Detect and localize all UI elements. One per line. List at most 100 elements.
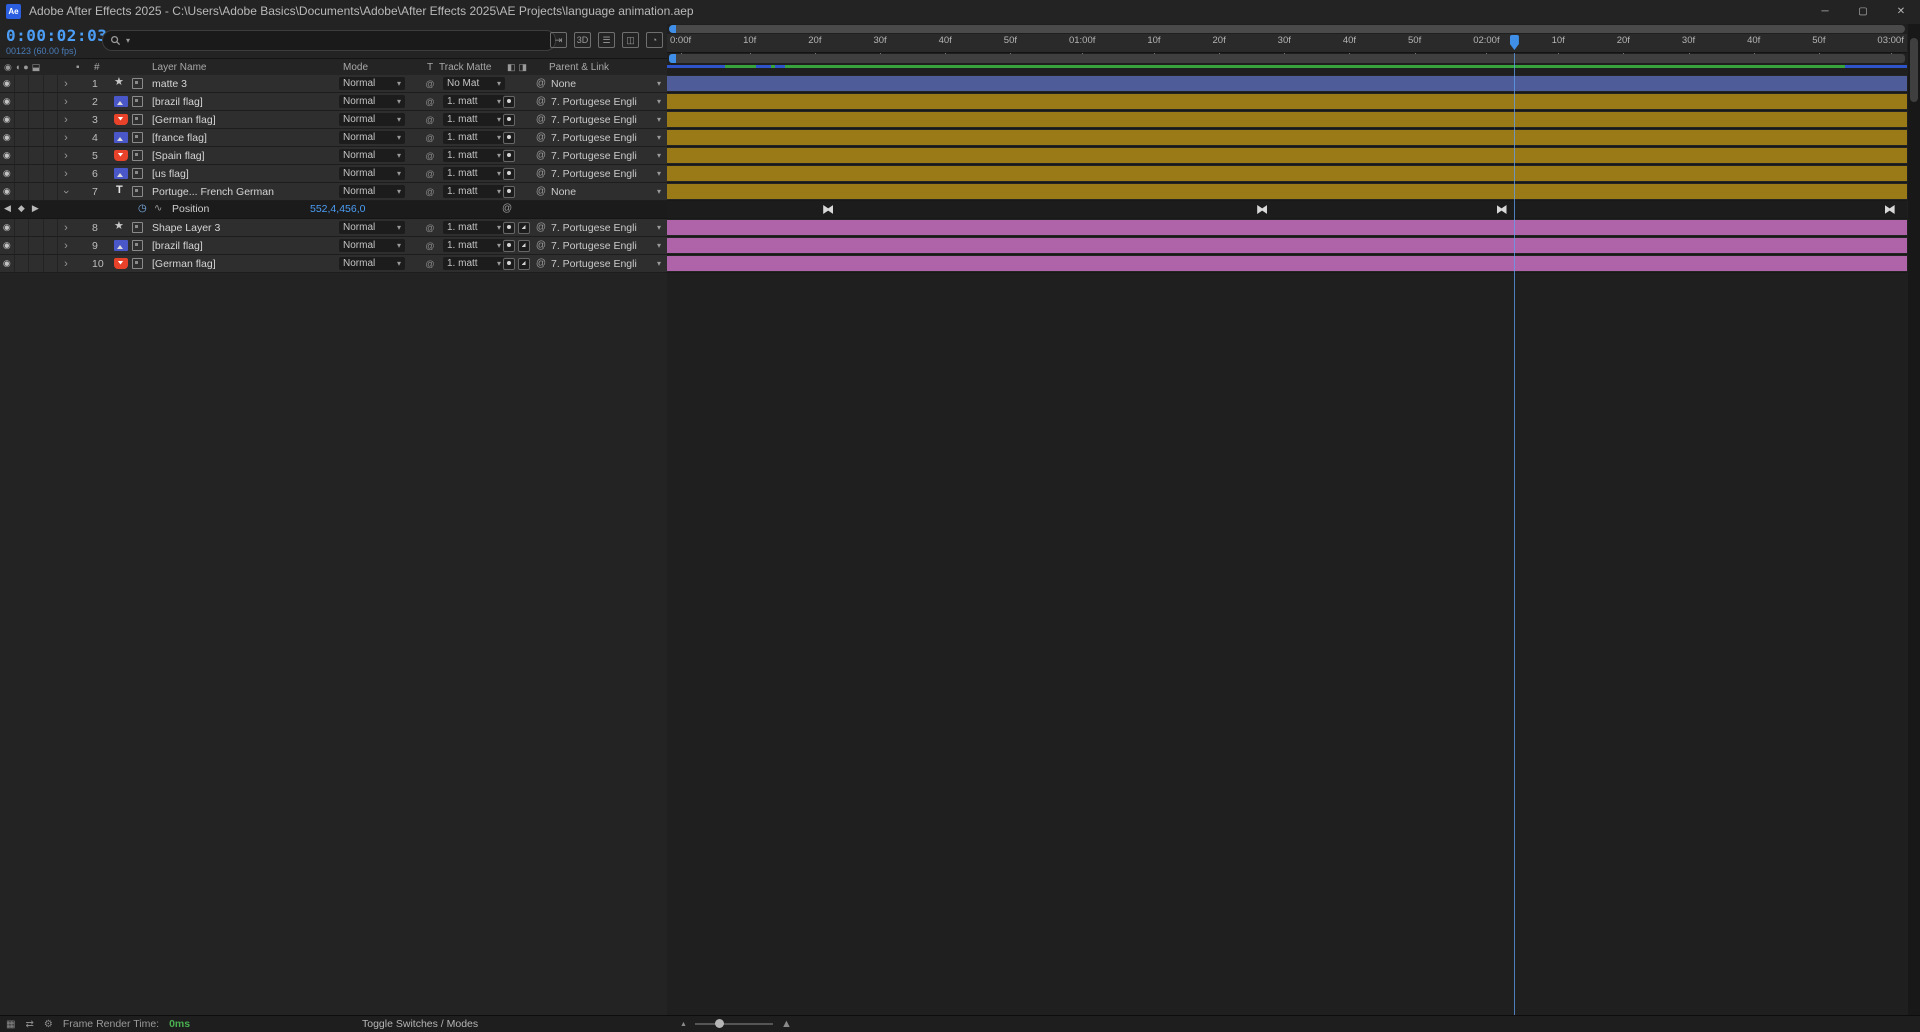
- collapse-transform-icon[interactable]: [132, 222, 143, 233]
- alpha-matte-icon[interactable]: [503, 96, 515, 108]
- parent-link-select[interactable]: 7. Portugese Engli▾: [549, 132, 667, 144]
- layer-duration-bar[interactable]: [667, 76, 1907, 91]
- blend-mode-select[interactable]: Normal▾: [339, 257, 405, 270]
- track-matte-select[interactable]: 1. matt▾: [443, 185, 505, 198]
- layer-name[interactable]: [france flag]: [152, 132, 335, 144]
- pickwhip-icon[interactable]: @: [533, 240, 549, 251]
- settings-gear-icon[interactable]: ⚙: [44, 1019, 53, 1030]
- layer-row[interactable]: ◉ › 1 matte 3 Normal▾ @ No Mat▾ @: [0, 75, 667, 93]
- stopwatch-icon[interactable]: ◷: [138, 203, 147, 214]
- eye-icon[interactable]: ◉: [0, 219, 15, 236]
- track-matte-select[interactable]: 1. matt▾: [443, 167, 505, 180]
- layer-name[interactable]: [brazil flag]: [152, 240, 335, 252]
- eye-icon[interactable]: ◉: [0, 165, 15, 182]
- minimize-button[interactable]: ─: [1806, 0, 1844, 22]
- layer-duration-bar[interactable]: [667, 238, 1907, 253]
- matte-toggle-icon[interactable]: @: [421, 187, 439, 197]
- pickwhip-icon[interactable]: @: [533, 132, 549, 143]
- property-name[interactable]: Position: [172, 203, 209, 215]
- collapse-transform-icon[interactable]: [132, 240, 143, 251]
- alpha-matte-icon[interactable]: [503, 168, 515, 180]
- collapse-transform-icon[interactable]: [132, 132, 143, 143]
- track-matte-select[interactable]: 1. matt▾: [443, 149, 505, 162]
- keyframe-icon[interactable]: [1497, 205, 1507, 214]
- matte-toggle-icon[interactable]: @: [421, 259, 439, 269]
- eye-icon[interactable]: ◉: [0, 111, 15, 128]
- collapse-transform-icon[interactable]: [132, 186, 143, 197]
- timeline-search-input[interactable]: ▾: [102, 30, 556, 51]
- cache-indicator-icon[interactable]: ▦: [6, 1019, 15, 1030]
- pickwhip-icon[interactable]: @: [502, 203, 512, 214]
- alpha-matte-icon[interactable]: [503, 258, 515, 270]
- layer-name[interactable]: [German flag]: [152, 114, 335, 126]
- track-matte-select[interactable]: 1. matt▾: [443, 113, 505, 126]
- column-mode[interactable]: Mode: [335, 62, 405, 73]
- layer-row[interactable]: ◉ › 6 [us flag] Normal▾ @ 1. matt▾ @: [0, 165, 667, 183]
- layer-row[interactable]: ◉ › 8 Shape Layer 3 Normal▾ @ 1. matt▾ @: [0, 219, 667, 237]
- eye-icon[interactable]: ◉: [0, 129, 15, 146]
- collapse-transform-icon[interactable]: [132, 168, 143, 179]
- column-track-matte[interactable]: Track Matte: [439, 62, 503, 73]
- track-matte-select[interactable]: 1. matt▾: [443, 95, 505, 108]
- parent-link-select[interactable]: 7. Portugese Engli▾: [549, 96, 667, 108]
- parent-link-select[interactable]: 7. Portugese Engli▾: [549, 150, 667, 162]
- position-property-row[interactable]: ◀◆▶ ◷ ∿ Position 552,4,456,0 @: [0, 201, 667, 219]
- parent-link-select[interactable]: None▾: [549, 78, 667, 90]
- pickwhip-icon[interactable]: @: [533, 96, 549, 107]
- keyframe-icon[interactable]: [1257, 205, 1267, 214]
- matte-toggle-icon[interactable]: @: [421, 97, 439, 107]
- layer-row[interactable]: ◉ › 10 [German flag] Normal▾ @ 1. matt▾ …: [0, 255, 667, 273]
- layer-name[interactable]: [brazil flag]: [152, 96, 335, 108]
- pickwhip-icon[interactable]: @: [533, 222, 549, 233]
- blend-mode-select[interactable]: Normal▾: [339, 131, 405, 144]
- layer-duration-bar[interactable]: [667, 112, 1907, 127]
- parent-link-select[interactable]: 7. Portugese Engli▾: [549, 258, 667, 270]
- alpha-matte-icon[interactable]: [503, 240, 515, 252]
- layer-name[interactable]: Shape Layer 3: [152, 222, 335, 234]
- track-matte-select[interactable]: 1. matt▾: [443, 257, 505, 270]
- twirl-arrow-icon[interactable]: ›: [58, 132, 74, 144]
- layer-duration-bar[interactable]: [667, 148, 1907, 163]
- layer-row[interactable]: ◉ › 9 [brazil flag] Normal▾ @ 1. matt▾ @: [0, 237, 667, 255]
- vertical-scrollbar[interactable]: [1908, 24, 1920, 1032]
- layer-duration-bar[interactable]: [667, 94, 1907, 109]
- layer-duration-bar[interactable]: [667, 256, 1907, 271]
- blend-mode-select[interactable]: Normal▾: [339, 185, 405, 198]
- track-matte-select[interactable]: 1. matt▾: [443, 221, 505, 234]
- layer-name[interactable]: matte 3: [152, 78, 335, 90]
- column-layer-name[interactable]: Layer Name: [152, 62, 335, 73]
- frame-blend-icon[interactable]: ◫: [622, 32, 639, 48]
- matte-toggle-icon[interactable]: @: [421, 115, 439, 125]
- twirl-arrow-icon[interactable]: ›: [58, 78, 74, 90]
- twirl-arrow-icon[interactable]: ›: [58, 240, 74, 252]
- work-area-bar[interactable]: [669, 54, 1905, 63]
- alpha-matte-icon[interactable]: [503, 222, 515, 234]
- prev-keyframe-icon[interactable]: ◀: [4, 203, 11, 214]
- matte-toggle-icon[interactable]: @: [421, 79, 439, 89]
- blend-mode-select[interactable]: Normal▾: [339, 149, 405, 162]
- track-matte-select[interactable]: No Mat▾: [443, 77, 505, 90]
- motion-blur-icon[interactable]: ◔: [646, 32, 663, 48]
- preserve-transparency-icon[interactable]: [518, 222, 530, 234]
- matte-toggle-icon[interactable]: @: [421, 133, 439, 143]
- eye-icon[interactable]: ◉: [0, 255, 15, 272]
- keyframe-icon[interactable]: [1885, 205, 1895, 214]
- pickwhip-icon[interactable]: @: [533, 114, 549, 125]
- time-navigator-bar[interactable]: [669, 25, 1905, 33]
- matte-toggle-icon[interactable]: @: [421, 223, 439, 233]
- column-t[interactable]: T: [421, 62, 439, 73]
- layer-duration-bar[interactable]: [667, 130, 1907, 145]
- track-matte-select[interactable]: 1. matt▾: [443, 131, 505, 144]
- mini-flowchart-icon[interactable]: ⇥: [550, 32, 567, 48]
- matte-toggle-icon[interactable]: @: [421, 241, 439, 251]
- blend-mode-select[interactable]: Normal▾: [339, 77, 405, 90]
- current-timecode[interactable]: 0:00:02:03: [6, 26, 98, 45]
- pickwhip-icon[interactable]: @: [533, 168, 549, 179]
- track-matte-select[interactable]: 1. matt▾: [443, 239, 505, 252]
- pickwhip-icon[interactable]: @: [533, 150, 549, 161]
- parent-link-select[interactable]: None▾: [549, 186, 667, 198]
- twirl-arrow-icon[interactable]: ›: [58, 168, 74, 180]
- blend-mode-select[interactable]: Normal▾: [339, 221, 405, 234]
- layer-duration-bar[interactable]: [667, 184, 1907, 199]
- pickwhip-icon[interactable]: @: [533, 186, 549, 197]
